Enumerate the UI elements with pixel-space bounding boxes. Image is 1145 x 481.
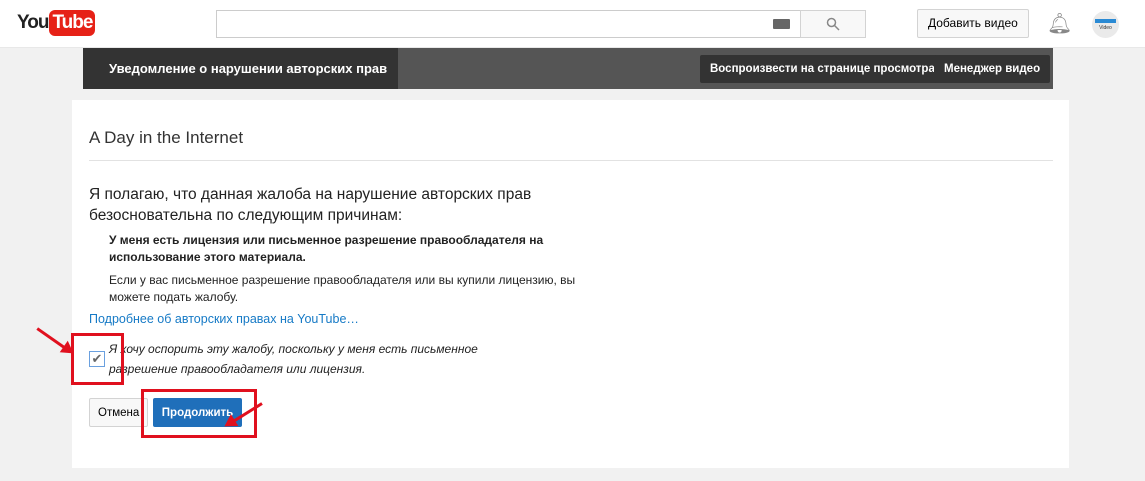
question-text: Я полагаю, что данная жалоба на нарушени… [89, 186, 532, 224]
video-manager-button[interactable]: Менеджер видео [934, 55, 1051, 83]
search-button[interactable] [800, 10, 866, 38]
checkbox-label: Я хочу оспорить эту жалобу, поскольку у … [109, 342, 478, 376]
search-box [216, 10, 866, 38]
logo-tube: Tube [49, 10, 96, 36]
search-icon [826, 17, 840, 31]
play-on-watch-page-button[interactable]: Воспроизвести на странице просмотра [700, 55, 945, 83]
copyright-bar: Уведомление о нарушении авторских прав В… [83, 48, 1053, 89]
youtube-logo[interactable]: You Tube [17, 10, 96, 36]
cancel-button[interactable]: Отмена [89, 398, 149, 427]
top-header: You Tube Добавить видео 🔔︎ Video [0, 0, 1145, 48]
logo-you: You [17, 12, 50, 33]
upload-video-button[interactable]: Добавить видео [917, 9, 1029, 38]
info-text: Если у вас письменное разрешение правооб… [109, 273, 576, 304]
bell-icon[interactable]: 🔔︎ [1047, 11, 1072, 36]
arrow-checkbox-icon [36, 327, 71, 353]
copyright-learn-more-link[interactable]: Подробнее об авторских правах на YouTube… [89, 312, 359, 326]
avatar[interactable]: Video [1092, 11, 1119, 38]
video-title: A Day in the Internet [89, 128, 244, 147]
bar-title: Уведомление о нарушении авторских прав [83, 48, 398, 89]
highlight-box-checkbox [71, 333, 124, 385]
divider [89, 160, 1053, 161]
reason-text: У меня есть лицензия или письменное разр… [109, 233, 544, 264]
search-input[interactable] [216, 10, 800, 38]
highlight-box-continue [141, 389, 257, 438]
keyboard-icon[interactable] [773, 19, 790, 29]
